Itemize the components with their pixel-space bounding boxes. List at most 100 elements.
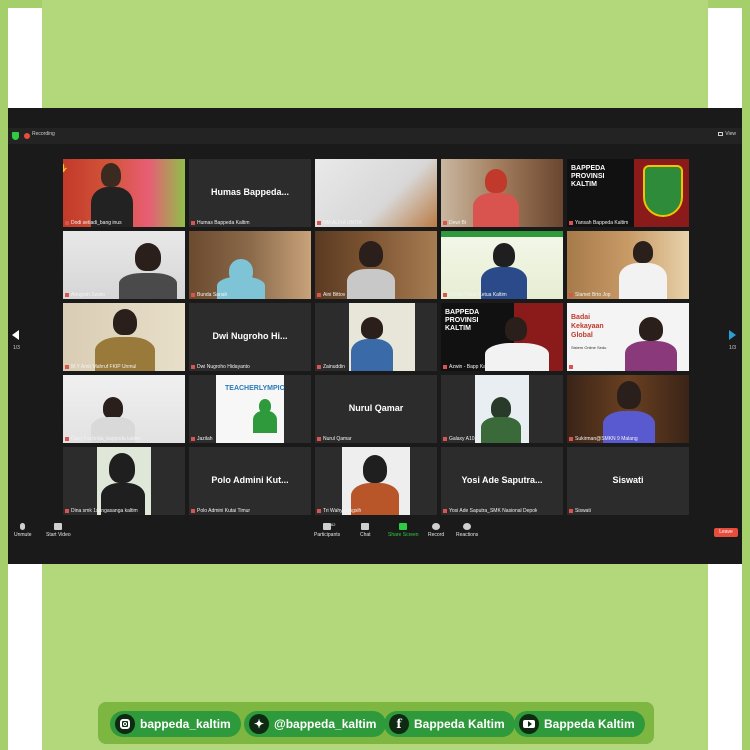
security-shield-icon[interactable]: [12, 132, 19, 140]
participant-tile[interactable]: Galaxy A10s: [441, 375, 563, 443]
participant-name: Dany Fachrida_bappeda kaltim: [65, 436, 140, 442]
participant-body: [351, 339, 393, 371]
slide-header-bar: [441, 231, 563, 237]
participant-name: Dina smk 1sangasanga kaltim: [65, 508, 138, 514]
participant-head: [109, 453, 135, 483]
participant-tile[interactable]: Badai Kekayaan Global Sistem Online Sedu: [567, 303, 689, 371]
participant-head: [103, 397, 123, 419]
participant-body: [619, 263, 667, 299]
participant-tile[interactable]: ✋ Dodi setiadi_bang inus: [63, 159, 185, 227]
unmute-button[interactable]: Unmute: [14, 523, 32, 538]
participant-body: [473, 193, 519, 227]
participant-tile[interactable]: Aini Bittov: [315, 231, 437, 299]
record-icon: [432, 523, 441, 530]
participant-body: [481, 417, 521, 443]
participant-display-name: Nurul Qamar: [348, 403, 404, 413]
share-screen-button[interactable]: Share Screen: [388, 523, 419, 538]
facebook-link[interactable]: f Bappeda Kaltim: [384, 711, 515, 737]
participant-tile[interactable]: Siswati Siswati: [567, 447, 689, 515]
participant-head: [113, 309, 137, 335]
page-indicator-right: 1/3: [729, 345, 736, 351]
participant-tile[interactable]: BAPPEDA PROVINSI KALTIM Azwin - Bapp Kal…: [441, 303, 563, 371]
previous-page-arrow-icon[interactable]: [12, 330, 19, 340]
youtube-icon: [519, 714, 539, 734]
participant-tile[interactable]: Sukirman@SMKN 9 Malang: [567, 375, 689, 443]
participant-name: Zainuddin: [317, 364, 345, 370]
participant-tile[interactable]: Nurul Qamar Nurul Qamar: [315, 375, 437, 443]
leave-button[interactable]: Leave: [714, 528, 738, 537]
chat-button[interactable]: Chat: [360, 523, 371, 538]
participant-display-name: Humas Bappeda...: [210, 187, 290, 197]
participant-video: [315, 159, 437, 227]
left-border: [0, 8, 8, 750]
participant-name: Yosi Ade Saputra_SMK Nasional Depok: [443, 508, 537, 514]
participants-icon: [323, 523, 332, 530]
participant-name: Azwin - Bapp Kaltim: [443, 364, 494, 370]
participant-head: [639, 317, 663, 341]
teacherlympic-logo: TEACHERLYMPIC: [225, 385, 285, 392]
reactions-button[interactable]: Reactions: [456, 523, 478, 538]
participant-tile[interactable]: BAPPEDA PROVINSI KALTIM Yansah Bappeda K…: [567, 159, 689, 227]
participant-head: [505, 317, 527, 341]
record-button[interactable]: Record: [428, 523, 444, 538]
participant-name: [569, 364, 575, 370]
participant-name: Sukirman@SMKN 9 Malang: [569, 436, 638, 442]
participant-name: Slamet Brto Jop: [569, 292, 611, 298]
participant-name: Dewi Bt: [443, 220, 466, 226]
participant-tile[interactable]: Tri Wahyuningsih: [315, 447, 437, 515]
grid-view-icon: [718, 131, 724, 136]
participant-display-name: Siswati: [612, 475, 644, 485]
view-button[interactable]: View: [718, 131, 736, 137]
participant-tile[interactable]: Bunda Sanah: [189, 231, 311, 299]
participant-tile[interactable]: Polo Admini Kut... Polo Admini Kutai Tim…: [189, 447, 311, 515]
start-video-button[interactable]: Start Video: [46, 523, 71, 538]
participant-tile[interactable]: Slamet Brto Jop: [567, 231, 689, 299]
participant-head: [491, 397, 511, 419]
participant-tile[interactable]: Zainuddin: [315, 303, 437, 371]
banner-text: BAPPEDA PROVINSI KALTIM: [445, 309, 479, 332]
participant-tile[interactable]: M.Y Amir Mahruf FKIP Unmul: [63, 303, 185, 371]
participant-name: Dwi Nugroho Hidayanto: [191, 364, 250, 370]
participant-tile[interactable]: Dany Fachrida_bappeda kaltim: [63, 375, 185, 443]
participant-name: Jazilah: [191, 436, 213, 442]
participant-tile[interactable]: Humas Bappeda... Humas Bappeda Kaltim: [189, 159, 311, 227]
chat-label: Chat: [360, 532, 371, 538]
facebook-icon: f: [389, 714, 409, 734]
instagram-link[interactable]: bappeda_kaltim: [110, 711, 241, 737]
twitter-link[interactable]: ✦ @bappeda_kaltim: [244, 711, 387, 737]
page-indicator-left: 1/3: [13, 345, 20, 351]
next-page-arrow-icon[interactable]: [729, 330, 736, 340]
participant-tile[interactable]: Yosi Ade Saputra... Yosi Ade Saputra_SMK…: [441, 447, 563, 515]
banner-text: BAPPEDA PROVINSI KALTIM: [571, 165, 605, 188]
instagram-icon: [115, 714, 135, 734]
participant-head: [485, 169, 507, 193]
participant-head: [493, 243, 515, 267]
view-label: View: [725, 131, 736, 137]
participant-body: [347, 269, 395, 299]
participant-body: [253, 411, 277, 433]
participant-tile[interactable]: Dwi Nugroho Hi... Dwi Nugroho Hidayanto: [189, 303, 311, 371]
slide-subtitle: Sistem Online Sedu: [571, 345, 607, 350]
participant-tile[interactable]: TEACHERLYMPIC Jazilah: [189, 375, 311, 443]
muted-microphone-icon: [20, 523, 26, 530]
participant-tile[interactable]: Dina smk 1sangasanga kaltim: [63, 447, 185, 515]
chat-bubble-icon: [361, 523, 370, 530]
gallery-grid: ✋ Dodi setiadi_bang inus Humas Bappeda..…: [63, 159, 689, 515]
participant-head: [633, 241, 653, 263]
social-media-bar: bappeda_kaltim ✦ @bappeda_kaltim f Bappe…: [98, 702, 654, 744]
zoom-meeting-window: Recording View 1/3 1/3 ✋ Dodi setiadi_ba…: [8, 108, 742, 564]
participant-name: Dodi setiadi_bang inus: [65, 220, 122, 226]
participant-tile[interactable]: NM ALFIA UNTIA: [315, 159, 437, 227]
meeting-toolbar: Unmute Start Video Participants 62 Chat …: [8, 521, 742, 544]
right-border: [742, 8, 750, 750]
youtube-link[interactable]: Bappeda Kaltim: [514, 711, 645, 737]
participant-tile[interactable]: Dewi Bt: [441, 159, 563, 227]
participant-tile[interactable]: Elman Togar Ketua Kaltim: [441, 231, 563, 299]
share-screen-icon: [399, 523, 408, 530]
youtube-channel: Bappeda Kaltim: [544, 717, 635, 731]
participant-body: [119, 273, 177, 299]
participants-button[interactable]: Participants: [314, 523, 340, 538]
start-video-label: Start Video: [46, 532, 71, 538]
participant-tile[interactable]: Anugrah Swato: [63, 231, 185, 299]
kaltim-emblem-icon: [643, 165, 683, 217]
